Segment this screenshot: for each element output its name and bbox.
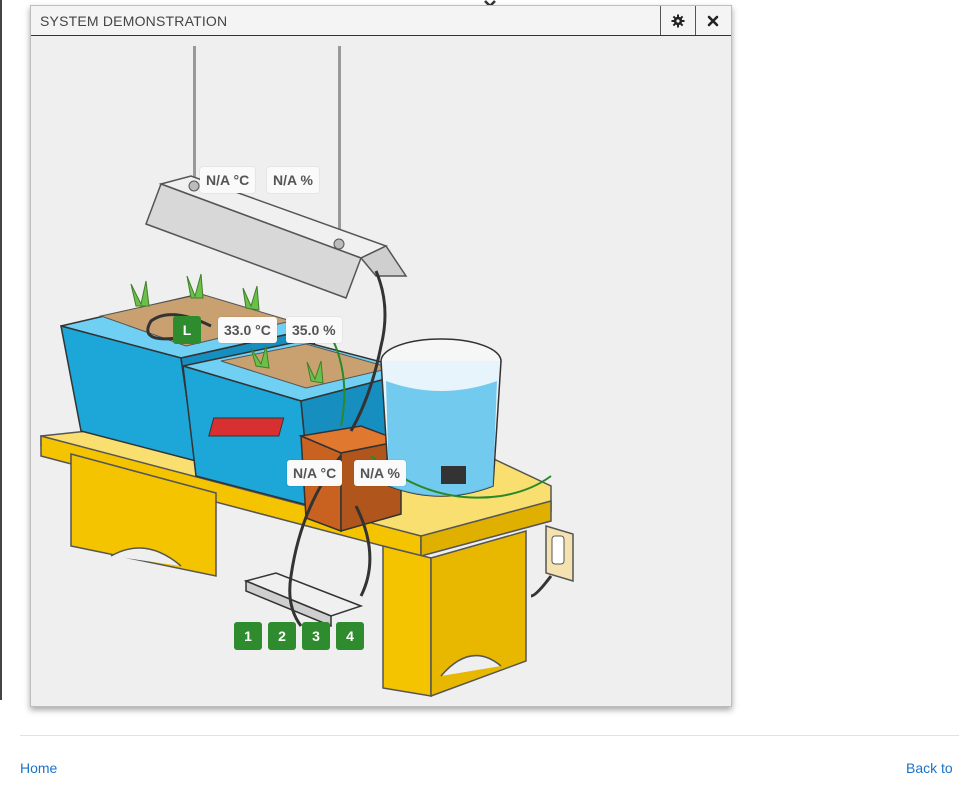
window-header: SYSTEM DEMONSTRATION — [31, 6, 731, 36]
home-link[interactable]: Home — [20, 760, 57, 776]
back-link[interactable]: Back to — [906, 760, 953, 776]
close-icon — [707, 15, 719, 26]
box-humidity-reading: N/A % — [354, 460, 406, 486]
settings-button[interactable] — [660, 6, 695, 35]
grow-light — [145, 175, 408, 299]
gear-icon — [671, 14, 685, 27]
outlet-3-button[interactable]: 3 — [302, 622, 330, 650]
window-title: SYSTEM DEMONSTRATION — [40, 13, 228, 29]
footer-divider — [20, 735, 959, 736]
light-indicator-chip[interactable]: L — [173, 316, 201, 344]
grow-temperature-reading: 33.0 °C — [218, 317, 277, 343]
close-button[interactable] — [695, 6, 730, 35]
outlet-1-button[interactable]: 1 — [234, 622, 262, 650]
left-edge-strip — [0, 0, 2, 700]
outlet-2-button[interactable]: 2 — [268, 622, 296, 650]
system-demonstration-window: SYSTEM DEMONSTRATION N/A °C N/A % L 33.0… — [30, 5, 732, 707]
power-strip — [243, 572, 364, 628]
box-temperature-reading: N/A °C — [287, 460, 343, 486]
wall-outlet — [545, 524, 574, 583]
light-humidity-reading: N/A % — [267, 167, 319, 193]
outlet-4-button[interactable]: 4 — [336, 622, 364, 650]
grow-humidity-reading: 35.0 % — [286, 317, 342, 343]
system-illustration — [40, 46, 574, 698]
light-temperature-reading: N/A °C — [200, 167, 256, 193]
